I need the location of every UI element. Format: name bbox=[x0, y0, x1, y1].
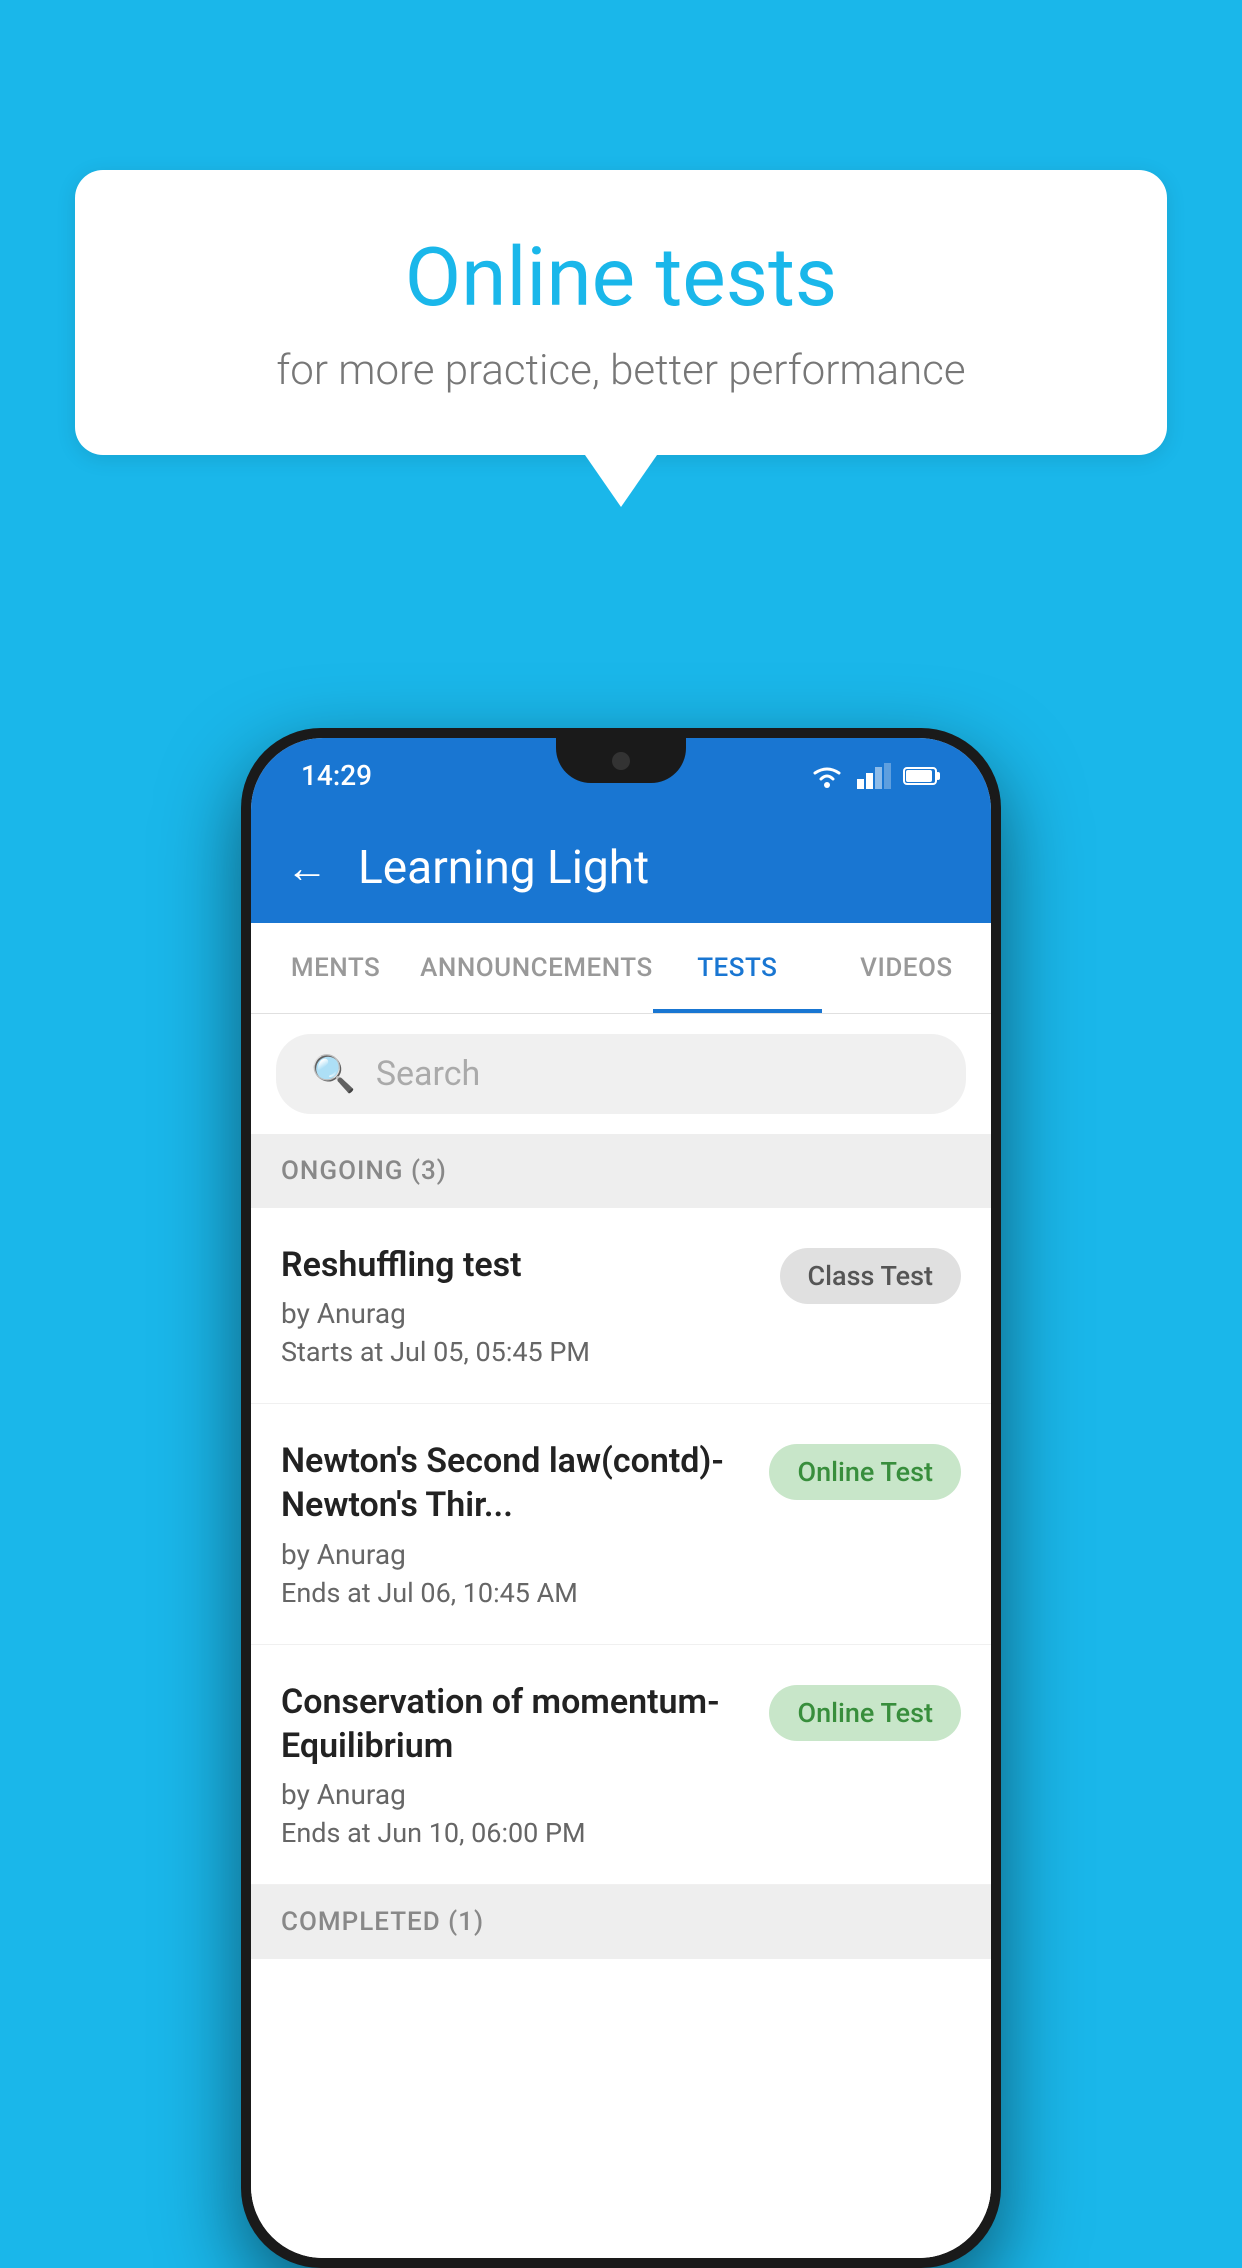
completed-title: COMPLETED (1) bbox=[281, 1907, 484, 1937]
phone-frame: 14:29 bbox=[241, 728, 1001, 2268]
signal-icon bbox=[857, 763, 891, 789]
notch bbox=[556, 738, 686, 783]
app-header: ← Learning Light bbox=[251, 813, 991, 923]
camera bbox=[612, 752, 630, 770]
status-icons bbox=[809, 763, 941, 789]
search-bar[interactable]: 🔍 Search bbox=[276, 1034, 966, 1114]
search-input[interactable]: Search bbox=[376, 1054, 480, 1094]
test-time: Ends at Jul 06, 10:45 AM bbox=[281, 1577, 749, 1609]
test-author: by Anurag bbox=[281, 1778, 749, 1811]
bubble-arrow bbox=[585, 455, 657, 507]
phone-container: 14:29 bbox=[241, 728, 1001, 2268]
tabs-bar: MENTS ANNOUNCEMENTS TESTS VIDEOS bbox=[251, 923, 991, 1014]
tab-announcements[interactable]: ANNOUNCEMENTS bbox=[420, 923, 653, 1013]
ongoing-title: ONGOING (3) bbox=[281, 1156, 447, 1186]
status-bar: 14:29 bbox=[251, 738, 991, 813]
ongoing-section-header: ONGOING (3) bbox=[251, 1134, 991, 1208]
tab-tests[interactable]: TESTS bbox=[653, 923, 822, 1013]
test-time: Ends at Jun 10, 06:00 PM bbox=[281, 1817, 749, 1849]
back-button[interactable]: ← bbox=[286, 844, 328, 893]
test-info: Conservation of momentum-Equilibrium by … bbox=[281, 1680, 749, 1849]
app-title: Learning Light bbox=[358, 841, 649, 895]
test-badge: Online Test bbox=[769, 1444, 961, 1500]
test-info: Newton's Second law(contd)-Newton's Thir… bbox=[281, 1439, 749, 1608]
completed-section-header: COMPLETED (1) bbox=[251, 1885, 991, 1959]
test-item[interactable]: Conservation of momentum-Equilibrium by … bbox=[251, 1645, 991, 1885]
hero-section: Online tests for more practice, better p… bbox=[75, 170, 1167, 507]
content-area: 🔍 Search ONGOING (3) Reshuffling test by… bbox=[251, 1014, 991, 2258]
test-name: Conservation of momentum-Equilibrium bbox=[281, 1680, 749, 1768]
search-container: 🔍 Search bbox=[251, 1014, 991, 1134]
test-name: Reshuffling test bbox=[281, 1243, 760, 1287]
test-time: Starts at Jul 05, 05:45 PM bbox=[281, 1336, 760, 1368]
test-author: by Anurag bbox=[281, 1538, 749, 1571]
tab-videos[interactable]: VIDEOS bbox=[822, 923, 991, 1013]
test-item[interactable]: Newton's Second law(contd)-Newton's Thir… bbox=[251, 1404, 991, 1644]
test-badge: Online Test bbox=[769, 1685, 961, 1741]
test-info: Reshuffling test by Anurag Starts at Jul… bbox=[281, 1243, 760, 1368]
phone-screen: 14:29 bbox=[251, 738, 991, 2258]
speech-bubble: Online tests for more practice, better p… bbox=[75, 170, 1167, 455]
search-icon: 🔍 bbox=[311, 1053, 356, 1095]
test-list: Reshuffling test by Anurag Starts at Jul… bbox=[251, 1208, 991, 2258]
test-badge: Class Test bbox=[780, 1248, 962, 1304]
status-time: 14:29 bbox=[301, 759, 372, 792]
wifi-icon bbox=[809, 763, 845, 789]
bubble-subtitle: for more practice, better performance bbox=[145, 346, 1097, 395]
battery-icon bbox=[903, 765, 941, 787]
test-name: Newton's Second law(contd)-Newton's Thir… bbox=[281, 1439, 749, 1527]
bubble-title: Online tests bbox=[145, 230, 1097, 326]
test-item[interactable]: Reshuffling test by Anurag Starts at Jul… bbox=[251, 1208, 991, 1404]
test-author: by Anurag bbox=[281, 1297, 760, 1330]
tab-ments[interactable]: MENTS bbox=[251, 923, 420, 1013]
